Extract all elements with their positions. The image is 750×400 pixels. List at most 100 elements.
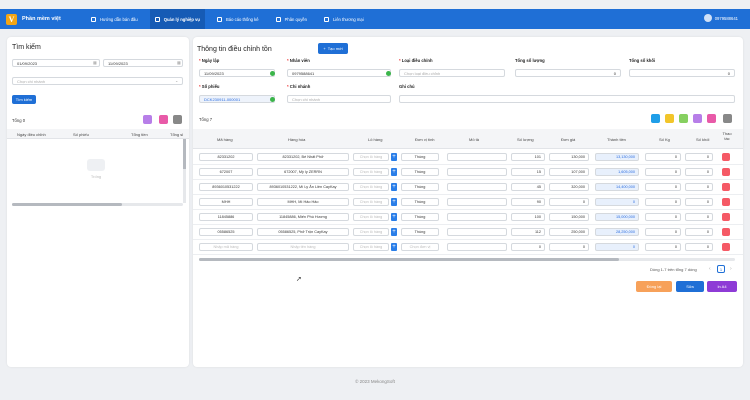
new-button[interactable]: + Tạo mới (318, 43, 348, 54)
edit-button[interactable]: Sửa (676, 281, 704, 292)
horizontal-scrollbar[interactable] (12, 203, 183, 206)
kg-input[interactable]: 0 (645, 168, 681, 176)
product-cell[interactable]: 11845886, Miến Phú Hương (257, 213, 349, 221)
kg-input[interactable]: 0 (645, 243, 681, 251)
refresh-icon[interactable] (693, 114, 702, 123)
unit-select[interactable]: Thùng (401, 213, 439, 221)
nav-guide[interactable]: Hướng dẫn bán đầu (86, 9, 143, 29)
kg-input[interactable]: 0 (645, 228, 681, 236)
quantity-input[interactable]: 0 (511, 243, 545, 251)
filter-icon[interactable] (707, 114, 716, 123)
description-input[interactable] (447, 153, 507, 161)
description-input[interactable] (447, 228, 507, 236)
lot-select[interactable]: Chọn lô hàng (353, 183, 389, 191)
app-logo[interactable]: V Phần mềm việt (6, 13, 86, 25)
add-lot-button[interactable]: + (391, 228, 397, 236)
kg-input[interactable]: 0 (645, 213, 681, 221)
code-cell[interactable]: 05586525 (199, 228, 253, 236)
chevron-left-icon[interactable]: ‹ (709, 266, 711, 272)
block-input[interactable]: 0 (685, 243, 713, 251)
quantity-input[interactable]: 15 (511, 168, 545, 176)
staff-field[interactable]: 0979588641 (287, 69, 391, 77)
lot-select[interactable]: Chọn lô hàng (353, 153, 389, 161)
nav-reports[interactable]: Báo cáo thống kê (212, 9, 264, 29)
unit-select[interactable]: Thùng (401, 228, 439, 236)
nav-permissions[interactable]: Phân quyền (271, 9, 312, 29)
product-cell[interactable]: MHH, Mì Hảo Hảo (257, 198, 349, 206)
date-to-field[interactable]: 11/09/2023 (103, 59, 183, 67)
chevron-right-icon[interactable]: › (730, 266, 732, 272)
code-cell[interactable]: 8936010531222 (199, 183, 253, 191)
trash-icon[interactable] (722, 183, 730, 191)
description-input[interactable] (447, 243, 507, 251)
product-cell[interactable]: 672007, Mỳ ly ZERRN (257, 168, 349, 176)
print-button[interactable]: In A4 (707, 281, 737, 292)
trash-icon[interactable] (722, 153, 730, 161)
date-field[interactable]: 11/09/2023 (199, 69, 275, 77)
star-icon[interactable] (665, 114, 674, 123)
close-button[interactable]: Đóng lại (636, 281, 672, 292)
kg-input[interactable]: 0 (645, 183, 681, 191)
add-lot-button[interactable]: + (391, 168, 397, 176)
product-cell[interactable]: 82331202, Bé Nhất Phở (257, 153, 349, 161)
code-cell[interactable]: 672007 (199, 168, 253, 176)
trash-icon[interactable] (722, 198, 730, 206)
trash-icon[interactable] (722, 228, 730, 236)
kg-input[interactable]: 0 (645, 153, 681, 161)
price-input[interactable]: 107,000 (549, 168, 589, 176)
product-cell[interactable]: 8936010531222, Mì Ly Ăn Liền CayKay (257, 183, 349, 191)
add-lot-button[interactable]: + (391, 153, 397, 161)
quantity-input[interactable]: 45 (511, 183, 545, 191)
trash-icon[interactable] (722, 213, 730, 221)
add-lot-button[interactable]: + (391, 213, 397, 221)
nav-trade[interactable]: Liên thương mại (319, 9, 369, 29)
quantity-input[interactable]: 112 (511, 228, 545, 236)
price-input[interactable]: 320,000 (549, 183, 589, 191)
trash-icon[interactable] (722, 168, 730, 176)
type-select[interactable]: Chọn loại điều chỉnh (399, 69, 505, 77)
description-input[interactable] (447, 168, 507, 176)
product-cell[interactable]: Nhập tên hàng (257, 243, 349, 251)
price-input[interactable]: 0 (549, 198, 589, 206)
unit-select[interactable]: Thùng (401, 168, 439, 176)
table-icon[interactable] (651, 114, 660, 123)
filter-icon[interactable] (159, 115, 168, 124)
search-button[interactable]: Tìm kiếm (12, 95, 36, 104)
grid-icon[interactable] (679, 114, 688, 123)
page-number[interactable]: 1 (717, 265, 725, 273)
refresh-icon[interactable] (143, 115, 152, 124)
code-cell[interactable]: 82331202 (199, 153, 253, 161)
lot-select[interactable]: Chọn lô hàng (353, 243, 389, 251)
price-input[interactable]: 0 (549, 243, 589, 251)
lot-select[interactable]: Chọn lô hàng (353, 228, 389, 236)
kg-input[interactable]: 0 (645, 198, 681, 206)
unit-select[interactable]: Thùng (401, 183, 439, 191)
add-lot-button[interactable]: + (391, 243, 397, 251)
table-scrollbar[interactable] (199, 258, 735, 261)
add-lot-button[interactable]: + (391, 198, 397, 206)
block-input[interactable]: 0 (685, 168, 713, 176)
price-input[interactable]: 150,000 (549, 213, 589, 221)
lot-select[interactable]: Chọn lô hàng (353, 198, 389, 206)
user-menu[interactable]: 0979588641 (703, 14, 738, 22)
block-input[interactable]: 0 (685, 153, 713, 161)
settings-icon[interactable] (723, 114, 732, 123)
code-cell[interactable]: MHH (199, 198, 253, 206)
lot-select[interactable]: Chọn lô hàng (353, 213, 389, 221)
add-lot-button[interactable]: + (391, 183, 397, 191)
note-field[interactable] (399, 95, 735, 103)
branch-select-form[interactable]: Chọn chi nhánh (287, 95, 391, 103)
product-cell[interactable]: 05586525, Phở Trộn CayKay (257, 228, 349, 236)
code-cell[interactable]: 11845886 (199, 213, 253, 221)
description-input[interactable] (447, 198, 507, 206)
quantity-input[interactable]: 100 (511, 213, 545, 221)
block-input[interactable]: 0 (685, 198, 713, 206)
vertical-scrollbar[interactable] (183, 139, 186, 203)
block-input[interactable]: 0 (685, 213, 713, 221)
unit-select[interactable]: Thùng (401, 198, 439, 206)
settings-icon[interactable] (173, 115, 182, 124)
code-cell[interactable]: Nhập mã hàng (199, 243, 253, 251)
unit-select[interactable]: Thùng (401, 153, 439, 161)
trash-icon[interactable] (722, 243, 730, 251)
lot-select[interactable]: Chọn lô hàng (353, 168, 389, 176)
